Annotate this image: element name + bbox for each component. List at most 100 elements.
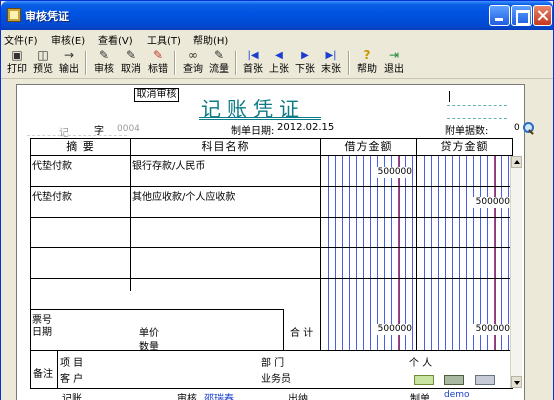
preparer-label: 制单 — [410, 394, 430, 400]
export-label: 输出 — [59, 64, 79, 75]
cancel-audit-label: 取消 — [121, 64, 141, 75]
notes-tool-icon[interactable] — [414, 375, 434, 385]
prev-page-label: 上张 — [269, 64, 289, 75]
mark-error-label: 标错 — [148, 64, 168, 75]
toolbar-separator — [348, 51, 350, 75]
magnifier-icon[interactable] — [522, 122, 535, 134]
preview-button[interactable]: ◫ 预览 — [31, 48, 55, 78]
dashed-line — [27, 135, 127, 136]
menu-bar: 文件(F) 审核(E) 查看(V) 工具(T) 帮助(H) — [1, 30, 553, 47]
export-icon: → — [63, 48, 75, 62]
mark-error-button[interactable]: ✎ 标错 — [146, 48, 170, 78]
row2-credit[interactable]: 500000 — [467, 197, 510, 207]
audit-icon: ✎ — [98, 48, 110, 62]
next-page-icon: ▶ — [301, 50, 309, 61]
row1-summary[interactable]: 代垫付款 — [32, 157, 72, 172]
voucher-date[interactable]: 2012.02.15 — [277, 122, 334, 133]
notes-tool-icon[interactable] — [475, 375, 495, 385]
row-divider — [31, 309, 283, 310]
title-bar[interactable]: 审核凭证 — [1, 1, 553, 30]
customer-label: 客 户 — [60, 374, 84, 385]
row1-account[interactable]: 银行存款/人民币 — [132, 157, 205, 172]
auditor-label: 审核 — [177, 394, 197, 400]
binoculars-icon: ∞ — [188, 48, 198, 62]
row-divider — [31, 217, 512, 218]
notes-label: 备注 — [33, 369, 53, 380]
voucher-table: 摘 要 科目名称 借方金额 贷方金额 代垫付款 银行存款/人民币 500000 … — [30, 138, 513, 389]
cashflow-label: 流量 — [209, 64, 229, 75]
column-divider — [320, 139, 321, 350]
vertical-scrollbar[interactable] — [510, 156, 522, 388]
header-summary: 摘 要 — [66, 140, 95, 153]
minimize-button[interactable] — [489, 5, 510, 26]
voucher-window: 审核凭证 文件(F) 审核(E) 查看(V) 工具(T) 帮助(H) ▣ 打印 … — [0, 0, 554, 400]
prev-page-button[interactable]: ◀ 上张 — [267, 48, 291, 78]
audit-button[interactable]: ✎ 审核 — [92, 48, 116, 78]
auditor-name: 邵瑞春 — [204, 394, 234, 400]
attachments-count[interactable]: 0 — [514, 123, 520, 133]
ticket-date-label: 日期 — [32, 327, 52, 338]
menu-help[interactable]: 帮助(H) — [193, 32, 228, 47]
menu-audit[interactable]: 审核(E) — [51, 32, 85, 47]
mark-error-icon: ✎ — [152, 48, 164, 62]
cashier-label: 出纳 — [288, 394, 308, 400]
first-page-button[interactable]: |◀ 首张 — [241, 48, 265, 78]
cancel-audit-button[interactable]: ✎ 取消 — [119, 48, 143, 78]
exit-icon: ⇥ — [388, 48, 400, 62]
department-label: 部 门 — [261, 358, 285, 369]
notes-tool-icon[interactable] — [444, 375, 464, 385]
attachments-label: 附单据数: — [445, 126, 489, 137]
next-page-button[interactable]: ▶ 下张 — [293, 48, 317, 78]
dashed-line — [447, 105, 507, 106]
row-divider — [31, 350, 512, 351]
preview-icon: ◫ — [37, 48, 49, 62]
menu-file[interactable]: 文件(F) — [4, 32, 38, 47]
toolbar-separator — [235, 51, 237, 75]
query-label: 查询 — [183, 64, 203, 75]
last-page-icon: ▶| — [325, 50, 337, 61]
next-page-label: 下张 — [295, 64, 315, 75]
app-icon — [7, 8, 21, 22]
first-page-label: 首张 — [243, 64, 263, 75]
help-icon: ? — [363, 48, 371, 62]
row1-debit[interactable]: 500000 — [371, 167, 412, 177]
menu-tools[interactable]: 工具(T) — [147, 32, 181, 47]
row-divider — [31, 155, 512, 156]
column-divider — [130, 139, 131, 291]
total-credit: 500000 — [475, 324, 510, 334]
toolbar-separator — [174, 51, 176, 75]
last-page-button[interactable]: ▶| 末张 — [319, 48, 343, 78]
scroll-down-icon[interactable] — [511, 376, 522, 388]
exit-label: 退出 — [384, 64, 404, 75]
preview-label: 预览 — [33, 64, 53, 75]
date-label: 制单日期: — [231, 126, 275, 137]
menu-view[interactable]: 查看(V) — [98, 32, 133, 47]
title-underline — [199, 119, 321, 120]
print-button[interactable]: ▣ 打印 — [5, 48, 29, 78]
toolbar-separator — [85, 51, 87, 75]
scroll-up-icon[interactable] — [511, 156, 522, 168]
voucher-number[interactable]: 0004 — [117, 124, 140, 134]
row2-summary[interactable]: 代垫付款 — [32, 188, 72, 203]
row-divider — [31, 186, 512, 187]
row-divider — [31, 278, 512, 279]
person-label: 个 人 — [409, 358, 433, 369]
text-cursor — [449, 91, 450, 102]
cancel-audit-status-button[interactable]: 取消审核 — [134, 88, 179, 102]
preparer-name: demo — [444, 390, 470, 400]
total-label: 合 计 — [290, 328, 314, 339]
header-account: 科目名称 — [201, 140, 250, 153]
maximize-button[interactable] — [511, 5, 532, 26]
export-button[interactable]: → 输出 — [57, 48, 81, 78]
exit-button[interactable]: ⇥ 退出 — [382, 48, 406, 78]
row-divider — [31, 247, 512, 248]
cashflow-button[interactable]: ✎ 流量 — [207, 48, 231, 78]
row2-account[interactable]: 其他应收款/个人应收款 — [132, 188, 235, 203]
voucher-type[interactable]: 记 — [59, 124, 69, 139]
column-divider — [57, 350, 58, 388]
header-debit: 借方金额 — [344, 140, 393, 153]
query-button[interactable]: ∞ 查询 — [181, 48, 205, 78]
close-button[interactable] — [533, 5, 552, 26]
audit-label: 审核 — [94, 64, 114, 75]
help-button[interactable]: ? 帮助 — [355, 48, 379, 78]
